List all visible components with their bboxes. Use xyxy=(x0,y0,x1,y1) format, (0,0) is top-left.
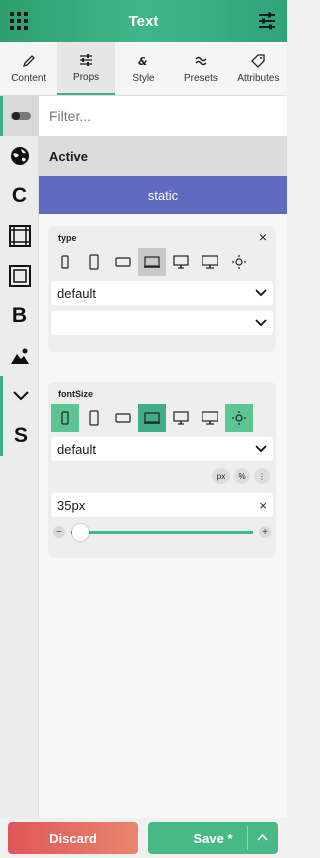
tab-label: Style xyxy=(132,72,155,84)
divider xyxy=(247,826,248,850)
sidebar-item-b[interactable]: B xyxy=(0,296,39,336)
editor-tabs: Content Props & Style Presets Attributes xyxy=(0,42,287,96)
type-select-value: default xyxy=(57,285,97,301)
slider-thumb[interactable] xyxy=(72,524,90,541)
sidebar-item-chevron[interactable] xyxy=(0,376,39,416)
tablet-landscape-icon[interactable] xyxy=(109,404,137,432)
chevron-down-icon xyxy=(255,289,267,297)
laptop-icon[interactable] xyxy=(138,248,166,276)
style-icon: & xyxy=(138,55,148,68)
tab-props[interactable]: Props xyxy=(57,42,115,95)
font-size-select[interactable]: default xyxy=(51,437,273,461)
font-size-slider[interactable]: − + xyxy=(51,524,273,542)
image-icon xyxy=(10,348,29,364)
sidebar: C B S xyxy=(0,96,39,818)
tab-label: Props xyxy=(73,71,100,83)
save-label: Save * xyxy=(193,830,233,846)
svg-text:&: & xyxy=(138,55,148,68)
type-panel: type × default xyxy=(48,226,276,352)
increment-button[interactable]: + xyxy=(259,526,271,538)
unit-px-button[interactable]: px xyxy=(212,468,230,484)
presets-icon xyxy=(195,56,207,65)
sidebar-item-toggle[interactable] xyxy=(0,96,39,136)
breakpoint-row xyxy=(51,248,273,276)
font-size-input[interactable]: 35px × xyxy=(51,493,273,517)
b-label: B xyxy=(11,304,28,327)
sidebar-item-box[interactable] xyxy=(0,256,39,296)
pencil-icon xyxy=(22,54,35,67)
tab-label: Content xyxy=(11,72,47,84)
wide-desktop-icon[interactable] xyxy=(196,404,224,432)
sliders-icon xyxy=(80,53,93,66)
close-icon[interactable]: × xyxy=(259,229,267,245)
toggle-icon xyxy=(11,112,31,120)
top-header: Text xyxy=(0,0,287,42)
sidebar-item-frame[interactable] xyxy=(0,216,39,256)
font-size-label: fontSize xyxy=(58,389,93,399)
tab-style[interactable]: & Style xyxy=(115,42,172,95)
sidebar-item-s[interactable]: S xyxy=(0,416,39,456)
c-label: C xyxy=(11,184,28,207)
sidebar-item-globe[interactable] xyxy=(0,136,39,176)
mobile-portrait-icon[interactable] xyxy=(51,404,79,432)
tab-label: Attributes xyxy=(237,72,280,84)
save-button[interactable]: Save * xyxy=(148,822,278,854)
breakpoint-row xyxy=(51,404,273,432)
desktop-icon[interactable] xyxy=(167,248,195,276)
sidebar-item-c[interactable]: C xyxy=(0,176,39,216)
unit-percent-button[interactable]: % xyxy=(234,468,250,484)
wide-desktop-icon[interactable] xyxy=(196,248,224,276)
tab-label: Presets xyxy=(183,72,218,84)
grid-menu-icon[interactable] xyxy=(10,12,28,30)
font-size-value: 35px xyxy=(57,497,86,513)
desktop-icon[interactable] xyxy=(167,404,195,432)
font-size-panel: fontSize default px % ⋮ 35px × − + xyxy=(48,382,276,558)
mobile-portrait-icon[interactable] xyxy=(51,248,79,276)
chevron-up-icon[interactable] xyxy=(257,832,268,843)
sidebar-item-image[interactable] xyxy=(0,336,39,376)
chevron-down-icon xyxy=(255,445,267,453)
static-button[interactable]: static xyxy=(39,176,287,214)
font-size-select-value: default xyxy=(57,441,97,457)
sliders-icon[interactable] xyxy=(257,11,277,31)
s-label: S xyxy=(13,424,28,447)
tablet-portrait-icon[interactable] xyxy=(80,248,108,276)
clear-icon[interactable]: × xyxy=(259,498,267,513)
type-select[interactable]: default xyxy=(51,281,273,305)
page-title: Text xyxy=(128,12,159,30)
chevron-down-icon xyxy=(13,391,29,401)
slider-track[interactable] xyxy=(71,531,253,534)
hover-state-icon[interactable] xyxy=(225,248,253,276)
hover-state-icon[interactable] xyxy=(225,404,253,432)
tablet-portrait-icon[interactable] xyxy=(80,404,108,432)
frame-icon xyxy=(8,225,31,247)
active-section-header[interactable]: Active xyxy=(39,136,287,176)
tag-icon xyxy=(251,53,265,68)
laptop-icon[interactable] xyxy=(138,404,166,432)
type-label: type xyxy=(58,233,77,243)
main-content: Filter... Active static type × default f… xyxy=(39,96,287,818)
more-options-icon[interactable]: ⋮ xyxy=(254,468,270,484)
unit-switcher: px % ⋮ xyxy=(212,468,270,484)
tab-presets[interactable]: Presets xyxy=(172,42,229,95)
chevron-down-icon xyxy=(255,319,267,327)
filter-input[interactable]: Filter... xyxy=(39,96,287,136)
decrement-button[interactable]: − xyxy=(53,526,65,538)
tab-attributes[interactable]: Attributes xyxy=(230,42,287,95)
globe-icon xyxy=(10,147,29,165)
tablet-landscape-icon[interactable] xyxy=(109,248,137,276)
tab-content[interactable]: Content xyxy=(0,42,57,95)
footer-actions: Discard Save * xyxy=(0,818,287,858)
type-second-select[interactable] xyxy=(51,311,273,335)
box-icon xyxy=(8,265,31,287)
discard-button[interactable]: Discard xyxy=(8,822,138,854)
